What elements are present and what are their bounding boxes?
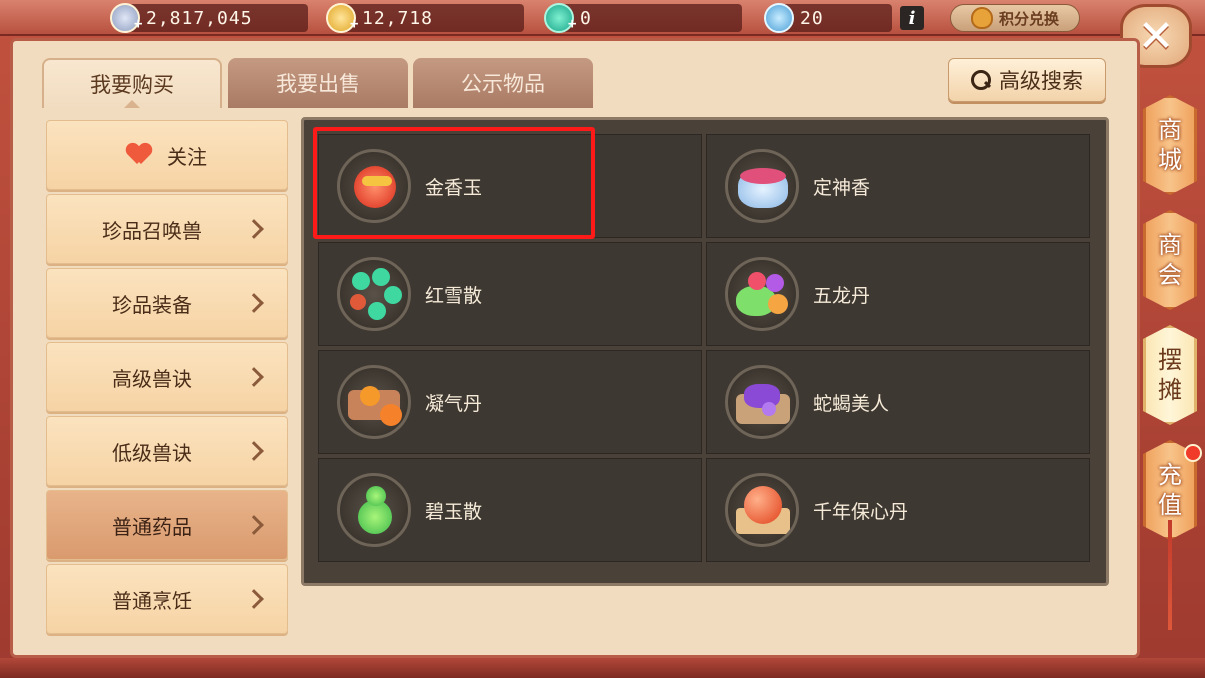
side-tab-guild-shop[interactable]: 商 会 [1143,210,1197,310]
add-icon: + [568,16,578,32]
jade-amount: 0 [580,7,592,29]
tab-public-items[interactable]: 公示物品 [413,58,593,108]
sidebar-item-label: 关注 [167,144,207,169]
ticket-amount: 20 [800,7,824,29]
tab-sell-label: 我要出售 [276,72,360,96]
item-name: 蛇蝎美人 [813,392,890,415]
search-icon [971,70,991,90]
active-tab-pointer [124,100,140,108]
sidebar-item-label: 珍品装备 [112,292,192,317]
item-name: 红雪散 [425,284,483,307]
item-cell[interactable]: 金香玉 [318,134,702,238]
sidebar-item-label: 高级兽诀 [112,366,192,391]
sidebar-item-common-medicine[interactable]: 普通药品 [46,490,288,560]
chevron-right-icon [244,441,264,461]
heart-icon [127,144,151,166]
jade-currency[interactable]: + 0 [544,3,742,33]
orange-box-icon [337,365,411,439]
green-jade-gourd-icon [337,473,411,547]
bottom-frame [0,658,1205,678]
item-name: 碧玉散 [425,500,483,523]
side-tab-stall[interactable]: 摆 摊 [1143,325,1197,425]
tab-buy-label: 我要购买 [90,73,174,97]
side-tab-char: 商 [1158,116,1182,144]
red-gold-pill-icon [337,149,411,223]
info-button[interactable]: i [900,6,924,30]
sidebar-item-label: 普通烹饪 [112,588,192,613]
sidebar-item-favorites[interactable]: 关注 [46,120,288,190]
ticket-currency[interactable]: 20 [764,3,892,33]
side-tab-char: 摆 [1158,346,1182,374]
sidebar-item-advanced-skills[interactable]: 高级兽诀 [46,342,288,412]
pink-bowl-icon [725,149,799,223]
colorful-pills-icon [725,257,799,331]
item-cell[interactable]: 红雪散 [318,242,702,346]
side-tab-char: 城 [1158,146,1182,174]
item-cell[interactable]: 碧玉散 [318,458,702,562]
item-cell[interactable]: 定神香 [706,134,1090,238]
gold-amount: 12,718 [362,7,434,29]
chevron-right-icon [244,515,264,535]
ticket-icon [764,3,794,33]
side-tab-char: 会 [1158,261,1182,289]
item-cell[interactable]: 五龙丹 [706,242,1090,346]
gold-currency[interactable]: + 12,718 [326,3,524,33]
sidebar-item-label: 珍品召唤兽 [102,218,202,243]
item-name: 千年保心丹 [813,500,909,523]
item-name: 定神香 [813,176,871,199]
silver-amount: 2,817,045 [146,7,253,29]
side-tab-char: 充 [1158,461,1182,489]
chevron-right-icon [244,589,264,609]
chevron-right-icon [244,293,264,313]
sidebar-item-rare-equipment[interactable]: 珍品装备 [46,268,288,338]
chevron-right-icon [244,219,264,239]
chevron-right-icon [244,367,264,387]
side-tab-char: 值 [1158,491,1182,519]
side-tab-mall[interactable]: 商 城 [1143,95,1197,195]
points-exchange-button[interactable]: 积分兑换 [950,4,1080,32]
silver-currency[interactable]: + 2,817,045 [110,3,308,33]
advanced-search-label: 高级搜索 [999,69,1083,93]
purple-scorpion-box-icon [725,365,799,439]
advanced-search-button[interactable]: 高级搜索 [948,58,1106,102]
item-name: 凝气丹 [425,392,483,415]
sidebar-item-label: 普通药品 [112,514,192,539]
green-bead-bracelet-icon [337,257,411,331]
sidebar-item-rare-pets[interactable]: 珍品召唤兽 [46,194,288,264]
sidebar-item-label: 低级兽诀 [112,440,192,465]
resource-bar: + 2,817,045 + 12,718 + 0 20 i 积分兑换 [0,0,1205,36]
tassel-decoration [1168,520,1172,630]
add-icon: + [350,16,360,32]
notification-dot [1184,444,1202,462]
item-name: 五龙丹 [813,284,871,307]
sidebar-item-common-cooking[interactable]: 普通烹饪 [46,564,288,634]
tab-sell[interactable]: 我要出售 [228,58,408,108]
item-cell[interactable]: 凝气丹 [318,350,702,454]
red-orb-scroll-icon [725,473,799,547]
money-bag-icon [970,7,993,29]
add-icon: + [134,16,144,32]
tab-buy[interactable]: 我要购买 [42,58,222,108]
sidebar-item-basic-skills[interactable]: 低级兽诀 [46,416,288,486]
item-cell[interactable]: 蛇蝎美人 [706,350,1090,454]
item-name: 金香玉 [425,176,483,199]
side-tab-char: 摊 [1158,376,1182,404]
tab-public-items-label: 公示物品 [461,72,545,96]
points-exchange-label: 积分兑换 [998,9,1059,28]
side-tab-char: 商 [1158,231,1182,259]
item-cell[interactable]: 千年保心丹 [706,458,1090,562]
